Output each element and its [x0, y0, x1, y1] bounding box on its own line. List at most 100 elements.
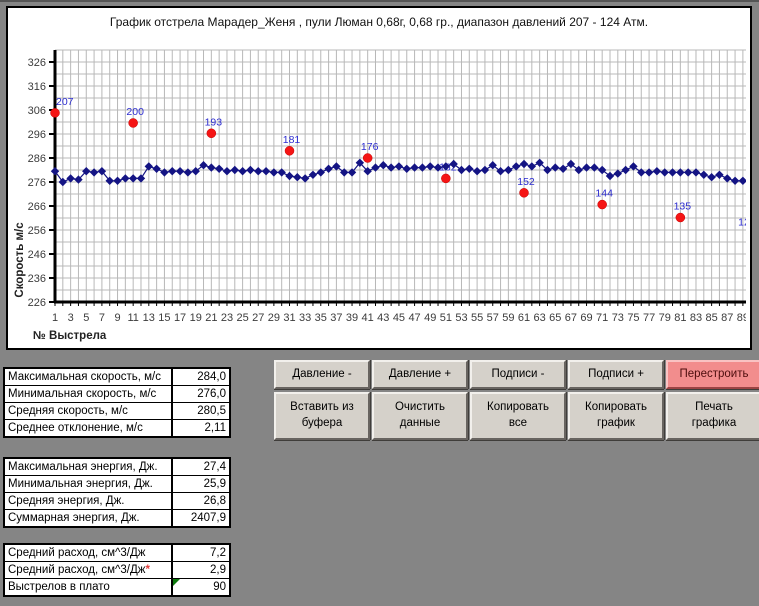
labels-minus-button[interactable]: Подписи - — [470, 360, 566, 389]
green-triangle-marker — [173, 579, 180, 586]
rebuild-button[interactable]: Перестроить — [666, 360, 759, 389]
chart-title: График отстрела Марадер_Женя , пули Люма… — [8, 15, 750, 29]
avg-velocity-label: Средняя скорость, м/с — [5, 403, 173, 419]
avg-consumption-star-value[interactable]: 2,9 — [173, 562, 229, 578]
pressure-plus-button[interactable]: Давление + — [372, 360, 468, 389]
avg-deviation-value[interactable]: 2,11 — [173, 420, 229, 436]
avg-consumption-star-row: Средний расход, см^3/Дж*2,9 — [5, 561, 229, 578]
svg-text:33: 33 — [299, 312, 311, 324]
avg-energy-row: Средняя энергия, Дж.26,8 — [5, 492, 229, 509]
svg-text:31: 31 — [283, 312, 295, 324]
svg-text:276: 276 — [28, 177, 46, 189]
avg-velocity-value[interactable]: 280,5 — [173, 403, 229, 419]
svg-text:226: 226 — [28, 297, 46, 309]
svg-text:49: 49 — [424, 312, 436, 324]
svg-text:67: 67 — [565, 312, 577, 324]
avg-consumption-value[interactable]: 7,2 — [173, 545, 229, 561]
svg-text:75: 75 — [627, 312, 639, 324]
svg-text:85: 85 — [705, 312, 717, 324]
svg-text:19: 19 — [190, 312, 202, 324]
min-energy-label: Минимальная энергия, Дж. — [5, 476, 173, 492]
svg-text:29: 29 — [268, 312, 280, 324]
svg-text:47: 47 — [408, 312, 420, 324]
avg-velocity-row: Средняя скорость, м/с280,5 — [5, 402, 229, 419]
svg-text:77: 77 — [643, 312, 655, 324]
min-energy-value[interactable]: 25,9 — [173, 476, 229, 492]
labels-plus-button[interactable]: Подписи + — [568, 360, 664, 389]
total-energy-row: Суммарная энергия, Дж.2407,9 — [5, 509, 229, 526]
svg-text:316: 316 — [28, 81, 46, 93]
svg-text:59: 59 — [502, 312, 514, 324]
stat-table-0: Максимальная скорость, м/с284,0Минимальн… — [3, 367, 231, 438]
svg-text:69: 69 — [580, 312, 592, 324]
avg-deviation-row: Среднее отклонение, м/с2,11 — [5, 419, 229, 436]
shots-in-plateau-value[interactable]: 90 — [173, 579, 229, 595]
svg-text:7: 7 — [99, 312, 105, 324]
svg-text:27: 27 — [252, 312, 264, 324]
avg-energy-label: Средняя энергия, Дж. — [5, 493, 173, 509]
svg-text:176: 176 — [361, 141, 379, 153]
paste-from-clipboard-button[interactable]: Вставить из буфера — [274, 392, 370, 440]
svg-text:306: 306 — [28, 105, 46, 117]
red-asterisk: * — [145, 564, 149, 576]
clear-data-button[interactable]: Очистить данные — [372, 392, 468, 440]
svg-text:181: 181 — [283, 134, 301, 146]
svg-text:73: 73 — [612, 312, 624, 324]
svg-text:89: 89 — [737, 312, 746, 324]
pressure-minus-button[interactable]: Давление - — [274, 360, 370, 389]
svg-text:55: 55 — [471, 312, 483, 324]
svg-text:21: 21 — [205, 312, 217, 324]
svg-text:200: 200 — [126, 106, 144, 118]
avg-consumption-label: Средний расход, см^3/Дж — [5, 545, 173, 561]
svg-text:246: 246 — [28, 249, 46, 261]
svg-text:83: 83 — [690, 312, 702, 324]
svg-text:17: 17 — [174, 312, 186, 324]
avg-consumption-star-label: Средний расход, см^3/Дж* — [5, 562, 173, 578]
svg-text:152: 152 — [517, 176, 535, 188]
max-velocity-label: Максимальная скорость, м/с — [5, 369, 173, 385]
svg-text:23: 23 — [221, 312, 233, 324]
max-velocity-row: Максимальная скорость, м/с284,0 — [5, 369, 229, 385]
copy-chart-button[interactable]: Копировать график — [568, 392, 664, 440]
avg-consumption-row: Средний расход, см^3/Дж7,2 — [5, 545, 229, 561]
min-velocity-value[interactable]: 276,0 — [173, 386, 229, 402]
svg-text:39: 39 — [346, 312, 358, 324]
svg-text:207: 207 — [56, 96, 74, 108]
svg-text:13: 13 — [143, 312, 155, 324]
svg-text:63: 63 — [534, 312, 546, 324]
total-energy-value[interactable]: 2407,9 — [173, 510, 229, 526]
chart-panel: 2262362462562662762862963063163261357911… — [6, 6, 752, 350]
svg-text:61: 61 — [518, 312, 530, 324]
svg-text:144: 144 — [595, 188, 613, 200]
svg-text:35: 35 — [315, 312, 327, 324]
svg-text:1: 1 — [52, 312, 58, 324]
svg-text:124: 124 — [738, 217, 746, 229]
max-velocity-value[interactable]: 284,0 — [173, 369, 229, 385]
svg-text:11: 11 — [127, 312, 138, 324]
max-energy-value[interactable]: 27,4 — [173, 459, 229, 475]
copy-all-button[interactable]: Копировать все — [470, 392, 566, 440]
min-velocity-label: Минимальная скорость, м/с — [5, 386, 173, 402]
svg-text:81: 81 — [674, 312, 686, 324]
svg-text:65: 65 — [549, 312, 561, 324]
min-energy-row: Минимальная энергия, Дж.25,9 — [5, 475, 229, 492]
svg-text:5: 5 — [83, 312, 89, 324]
avg-deviation-label: Среднее отклонение, м/с — [5, 420, 173, 436]
svg-text:15: 15 — [158, 312, 170, 324]
svg-text:37: 37 — [330, 312, 342, 324]
svg-text:57: 57 — [487, 312, 499, 324]
svg-text:№ Выстрела: № Выстрела — [33, 330, 107, 342]
shots-in-plateau-label: Выстрелов в плато — [5, 579, 173, 595]
max-energy-row: Максимальная энергия, Дж.27,4 — [5, 459, 229, 475]
svg-text:135: 135 — [674, 201, 692, 213]
total-energy-label: Суммарная энергия, Дж. — [5, 510, 173, 526]
print-chart-button[interactable]: Печать графика — [666, 392, 759, 440]
svg-text:53: 53 — [455, 312, 467, 324]
svg-text:266: 266 — [28, 201, 46, 213]
avg-energy-value[interactable]: 26,8 — [173, 493, 229, 509]
min-velocity-row: Минимальная скорость, м/с276,0 — [5, 385, 229, 402]
svg-text:326: 326 — [28, 57, 46, 69]
svg-text:43: 43 — [377, 312, 389, 324]
max-energy-label: Максимальная энергия, Дж. — [5, 459, 173, 475]
svg-text:Скорость м/с: Скорость м/с — [14, 222, 26, 298]
